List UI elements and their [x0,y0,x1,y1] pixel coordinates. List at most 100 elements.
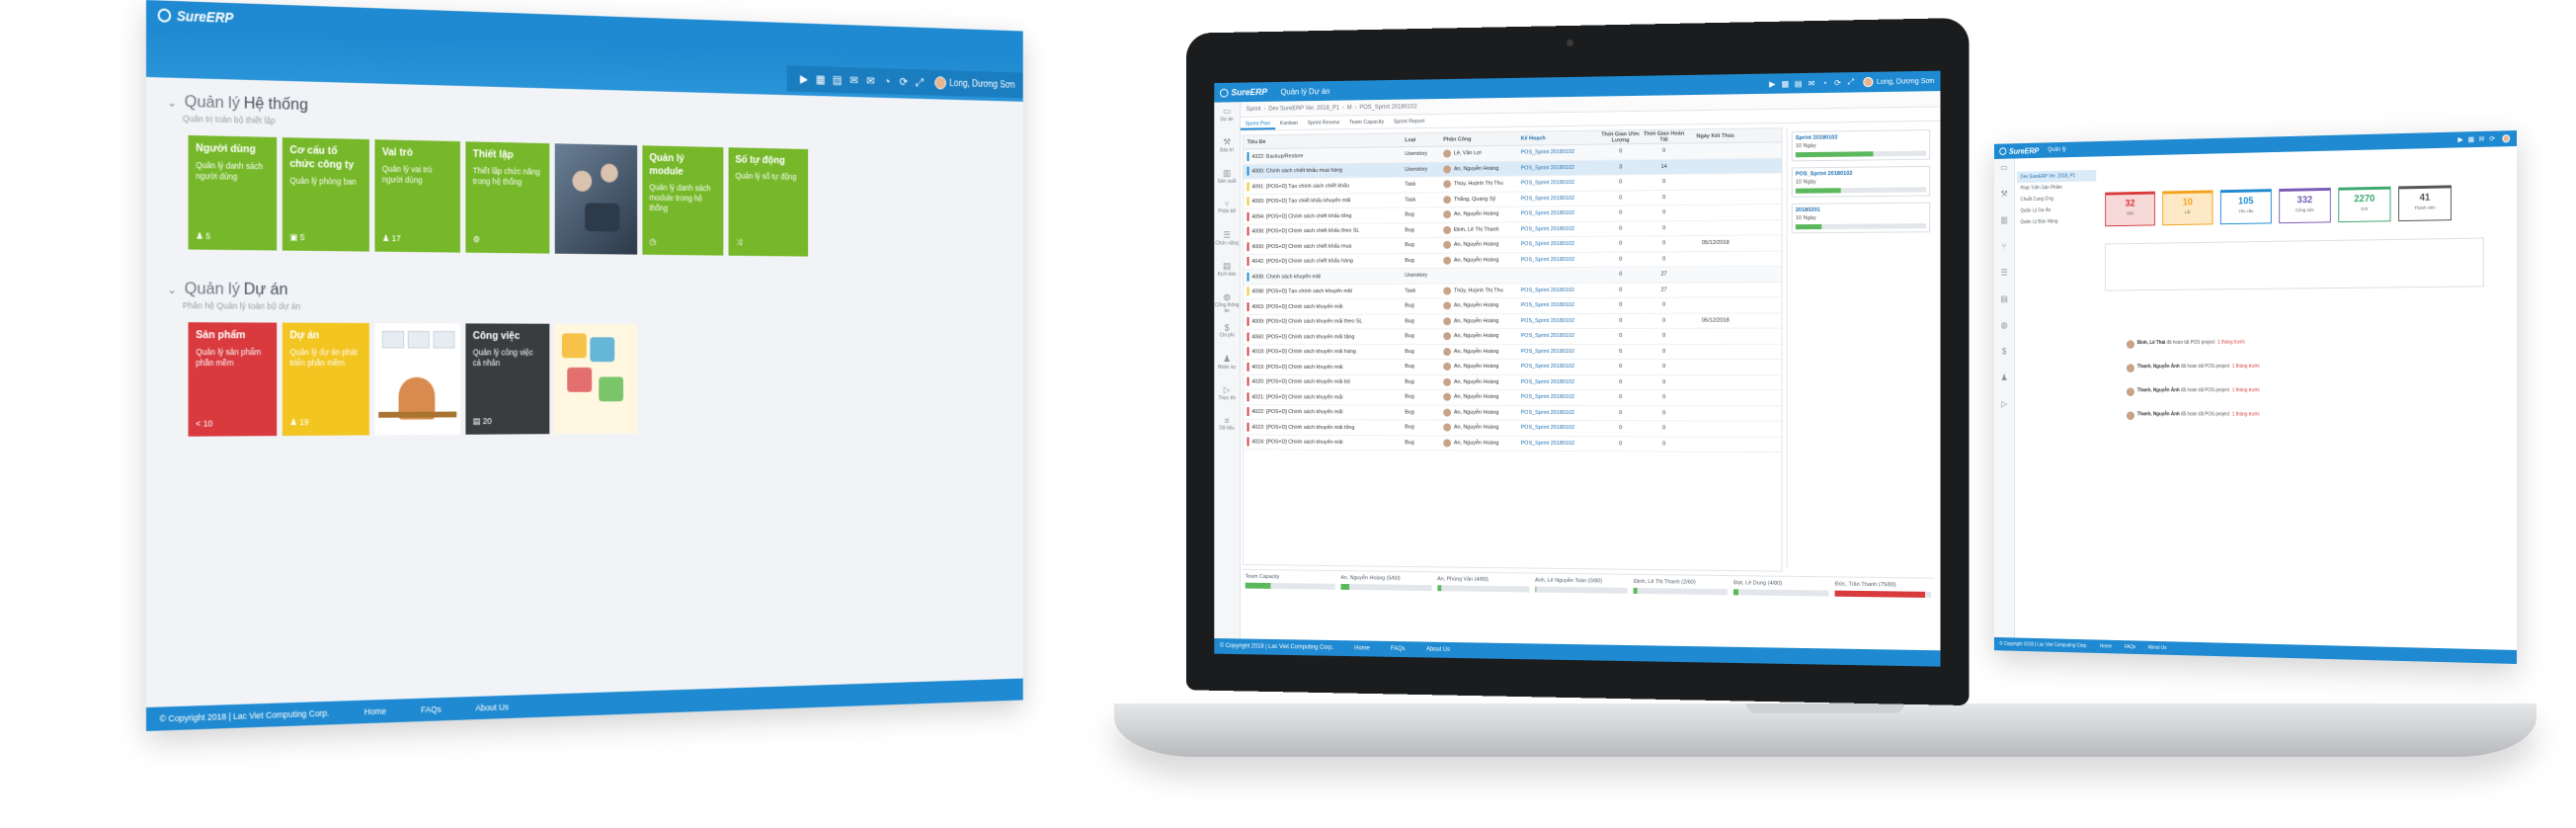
rail-item-functions[interactable]: ☰ Chức năng [1214,226,1240,258]
breadcrumb-item[interactable]: Dev SureERP Ver. 2018_P1 [1268,105,1339,112]
column-header[interactable]: Thời Gian Hoàn Tất [1643,130,1686,143]
rail-item-functions[interactable]: ☰ [1994,264,2014,290]
stat-card[interactable]: 332 Công việc [2279,187,2331,224]
table-row[interactable]: 4009: [POS+D] Chính sách khuyến mãi theo… [1243,312,1782,330]
mail-icon[interactable]: ✉ [2476,135,2487,143]
activity-author[interactable]: Thanh, Nguyễn Ánh [2137,387,2180,393]
column-header[interactable]: Ngày Kết Thúc [1686,132,1745,139]
cell-sprint[interactable]: POS_Sprint 20180102 [1521,379,1599,385]
sprint-card[interactable]: Sprint 20180102 10 Ngày [1791,129,1931,162]
footer-link-about[interactable]: About Us [2148,645,2167,651]
refresh-icon[interactable]: ⟳ [2487,135,2498,143]
table-row[interactable]: 4060: [POS+D] Chính sách khuyến mãi tặng… [1243,328,1782,345]
stat-card[interactable]: 2270 Giờ [2338,186,2391,223]
rail-item-execution[interactable]: ▷ Thực thi [1214,381,1240,412]
cell-sprint[interactable]: POS_Sprint 20180102 [1521,441,1599,447]
rail-item-scenarios[interactable]: ▤ [1994,290,2014,317]
footer-link-about[interactable]: About Us [1426,647,1450,653]
cell-sprint[interactable]: POS_Sprint 20180102 [1521,226,1599,232]
grid-icon[interactable]: ▦ [2465,135,2476,143]
cell-sprint[interactable]: POS_Sprint 20180102 [1521,195,1599,203]
refresh-icon[interactable]: ⟳ [1831,78,1844,87]
column-header[interactable]: Tiêu Đề [1244,137,1405,145]
cell-sprint[interactable]: POS_Sprint 20180102 [1521,149,1599,156]
expand-icon[interactable]: ⤢ [1844,77,1857,87]
table-row[interactable]: 4063: [POS+D] Chính sách khuyến mãi Bug An… [1243,297,1782,315]
cell-sprint[interactable]: POS_Sprint 20180102 [1521,425,1599,431]
tile-org-structure[interactable]: Cơ cấu tổ chức công ty Quản lý phòng ban… [282,137,369,252]
cell-sprint[interactable]: POS_Sprint 20180102 [1521,333,1599,339]
list-item[interactable]: Quản Lý Bán Hàng [2017,215,2096,228]
rail-item-production[interactable]: ▥ [1994,211,2014,238]
play-icon[interactable]: ▶ [1766,79,1779,88]
rail-item-portal[interactable]: ◍ Cổng thông tin [1214,288,1240,318]
app-logo[interactable]: SureERP [1994,146,2039,156]
mail-icon[interactable]: ✉ [1805,78,1817,87]
cell-sprint[interactable]: POS_Sprint 20180102 [1521,364,1599,370]
column-header[interactable]: Phân Công [1443,135,1520,142]
stat-card[interactable]: 10 Lỗi [2162,190,2214,226]
tab-kanban[interactable]: Kanban [1275,117,1303,129]
cell-sprint[interactable]: POS_Sprint 20180102 [1521,318,1599,324]
tab-sprint-report[interactable]: Sprint Report [1389,115,1429,127]
footer-link-home[interactable]: Home [2100,643,2112,649]
user-menu[interactable]: Long, Dương Sơn [934,76,1015,91]
tab-sprint-plan[interactable]: Sprint Plan [1240,117,1276,130]
sprint-card[interactable]: 20180201 10 Ngày [1791,202,1931,234]
refresh-icon[interactable]: ⟳ [895,75,912,88]
cell-sprint[interactable]: POS_Sprint 20180102 [1521,180,1599,187]
rail-item-allocation[interactable]: ⑂ [1994,237,2014,264]
rail-item-costs[interactable]: $ Chi phí [1214,319,1240,350]
rail-item-portal[interactable]: ◍ [1994,316,2014,343]
rail-item-scenarios[interactable]: ▤ Kịch bản [1214,257,1240,288]
rail-item-projects[interactable]: ▭ Dự án [1214,102,1240,133]
rail-item-costs[interactable]: $ [1994,343,2014,370]
tile-modules[interactable]: Quản lý module Quản lý danh sách module … [642,145,724,256]
document-icon[interactable]: ▤ [829,73,845,87]
table-row[interactable]: 4020: [POS+D] Chính sách khuyến mãi bộ Bu… [1243,374,1782,391]
tile-tasks[interactable]: Công việc Quản lý công việc cá nhân ▤ 20 [465,323,550,435]
tab-team-capacity[interactable]: Team Capacity [1344,116,1389,128]
tile-products[interactable]: Sản phẩm Quản lý sản phẩm phần mềm < 10 [188,322,278,437]
chevron-down-icon[interactable]: ⌄ [167,283,177,296]
app-logo[interactable]: SureERP [146,7,233,26]
table-row[interactable]: 4021: [POS+D] Chính sách khuyến mãi Bug An… [1243,389,1782,407]
table-row[interactable]: 4018: [POS+D] Chính sách khuyến mãi hàng… [1243,344,1782,361]
activity-author[interactable]: Thanh, Nguyễn Ánh [2137,364,2180,370]
chart-icon[interactable]: ◔ [879,75,896,88]
mail-icon[interactable]: ✉ [862,74,879,88]
user-menu[interactable]: Long, Dương Sơn [1863,76,1934,88]
cell-sprint[interactable]: POS_Sprint 20180102 [1521,241,1599,247]
comment-input[interactable] [2105,237,2484,291]
footer-link-home[interactable]: Home [364,706,386,717]
rail-item-hr[interactable]: ♟ [1994,369,2014,395]
table-row[interactable]: 4019: [POS+D] Chính sách khuyến mãi Bug An… [1243,359,1782,375]
activity-author[interactable]: Thanh, Nguyễn Ánh [2137,411,2180,417]
stat-card[interactable]: 41 Thành viên [2398,185,2452,222]
breadcrumb-item[interactable]: Sprint [1247,106,1261,112]
grid-icon[interactable]: ▦ [812,72,829,86]
column-header[interactable]: Thời Gian Ước Lượng [1599,130,1643,143]
grid-icon[interactable]: ▦ [1779,79,1792,88]
sprint-card[interactable]: POS_Sprint 20180102 10 Ngày [1791,165,1931,198]
footer-link-about[interactable]: About Us [475,703,509,713]
rail-item-execution[interactable]: ▷ [1994,395,2014,422]
rail-item-maintenance[interactable]: ⚒ [1994,185,2014,211]
footer-link-home[interactable]: Home [1354,645,1369,651]
table-row[interactable]: 4024: [POS+D] Chính sách khuyến mãi Bug An… [1243,435,1782,454]
rail-item-hr[interactable]: ♟ Nhân sự [1214,350,1240,380]
play-icon[interactable]: ▶ [2455,135,2466,143]
section-title[interactable]: ⌄ Quản lý Dự án [167,279,642,301]
column-header[interactable]: Loại [1405,136,1443,143]
tile-settings[interactable]: Thiết lập Thiết lập chức năng trong hệ t… [465,141,550,254]
tile-auto-number[interactable]: Số tự động Quản lý số tự động ⤨ [728,147,809,257]
rail-item-production[interactable]: ▥ Sản xuất [1214,164,1240,196]
rail-item-data[interactable]: ≡ Dữ liệu [1214,412,1240,443]
tile-roles[interactable]: Vai trò Quản lý vai trò người dùng ♟ 17 [374,139,460,253]
cell-sprint[interactable]: POS_Sprint 20180102 [1521,164,1599,172]
rail-item-projects[interactable]: ▭ [1994,158,2014,185]
cell-sprint[interactable]: POS_Sprint 20180102 [1521,210,1599,216]
cell-sprint[interactable]: POS_Sprint 20180102 [1521,394,1599,400]
mail-icon[interactable]: ✉ [845,74,862,88]
column-header[interactable]: Kế Hoạch [1521,134,1599,141]
